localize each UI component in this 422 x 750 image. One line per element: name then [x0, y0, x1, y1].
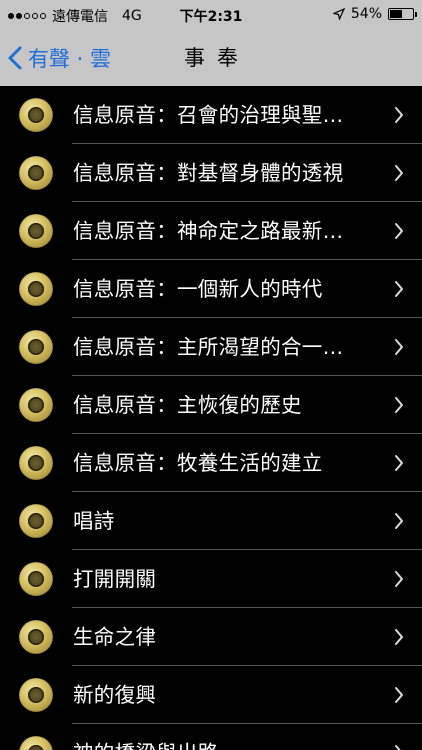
list-item[interactable]: 神的橋梁與出路 [0, 724, 422, 750]
list-item-label: 新的復興 [73, 683, 157, 707]
cd-disc-icon [19, 736, 53, 750]
cd-disc-icon [19, 388, 53, 422]
chevron-right-icon [395, 107, 403, 123]
list-item-label: 信息原音：主所渴望的合一… [73, 335, 344, 359]
cd-disc-icon [19, 678, 53, 712]
album-list: 信息原音：召會的治理與聖… 信息原音：對基督身體的透視 信息原音：神命定之路最新… 信… [0, 86, 422, 750]
page-title: 事奉 [184, 46, 250, 70]
cd-disc-icon [19, 330, 53, 364]
cd-disc-icon [19, 214, 53, 248]
cd-disc-icon [19, 446, 53, 480]
chevron-right-icon [395, 745, 401, 750]
list-item-label: 神的橋梁與出路 [73, 724, 373, 750]
chevron-right-icon [395, 165, 403, 181]
list-item-label: 信息原音：一個新人的時代 [73, 277, 323, 301]
list-item-label: 打開開關 [73, 567, 157, 591]
list-item[interactable]: 信息原音：一個新人的時代 [0, 260, 422, 318]
battery-percent: 54% [350, 6, 382, 22]
chevron-right-icon [395, 339, 403, 355]
cd-disc-icon [19, 272, 53, 306]
navigation-bar: 有聲 · 雲 事奉 [0, 30, 422, 86]
list-item-label: 唱詩 [73, 509, 115, 533]
list-item[interactable]: 信息原音：主所渴望的合一… [0, 318, 422, 376]
cd-disc-icon [19, 562, 53, 596]
list-item[interactable]: 生命之律 [0, 608, 422, 666]
cd-disc-icon [19, 504, 53, 538]
cd-disc-icon [19, 156, 53, 190]
list-item[interactable]: 信息原音：召會的治理與聖… [0, 86, 422, 144]
list-item[interactable]: 信息原音：對基督身體的透視 [0, 144, 422, 202]
chevron-right-icon [395, 223, 403, 239]
chevron-right-icon [395, 455, 403, 471]
location-arrow-icon [332, 8, 345, 20]
list-item[interactable]: 信息原音：主恢復的歷史 [0, 376, 422, 434]
list-item-label: 信息原音：牧養生活的建立 [73, 451, 323, 475]
chevron-right-icon [395, 687, 403, 703]
status-right: 54% [332, 6, 417, 22]
list-item-label: 信息原音：神命定之路最新… [73, 219, 344, 243]
cd-disc-icon [19, 98, 53, 132]
chevron-right-icon [395, 571, 403, 587]
list-item-label: 信息原音：召會的治理與聖… [73, 103, 344, 127]
list-item-label: 信息原音：對基督身體的透視 [73, 161, 344, 185]
list-item[interactable]: 信息原音：神命定之路最新… [0, 202, 422, 260]
list-item[interactable]: 唱詩 [0, 492, 422, 550]
chevron-right-icon [395, 281, 403, 297]
cd-disc-icon [19, 620, 53, 654]
list-item[interactable]: 新的復興 [0, 666, 422, 724]
status-bar: 遠傳電信 4G 下午2:31 54% [0, 0, 422, 30]
chevron-right-icon [395, 397, 403, 413]
chevron-right-icon [395, 629, 403, 645]
chevron-right-icon [395, 513, 403, 529]
list-item[interactable]: 打開開關 [0, 550, 422, 608]
list-item-label: 生命之律 [73, 625, 157, 649]
list-item[interactable]: 信息原音：牧養生活的建立 [0, 434, 422, 492]
battery-icon [388, 8, 417, 20]
list-item-label: 信息原音：主恢復的歷史 [73, 393, 302, 417]
